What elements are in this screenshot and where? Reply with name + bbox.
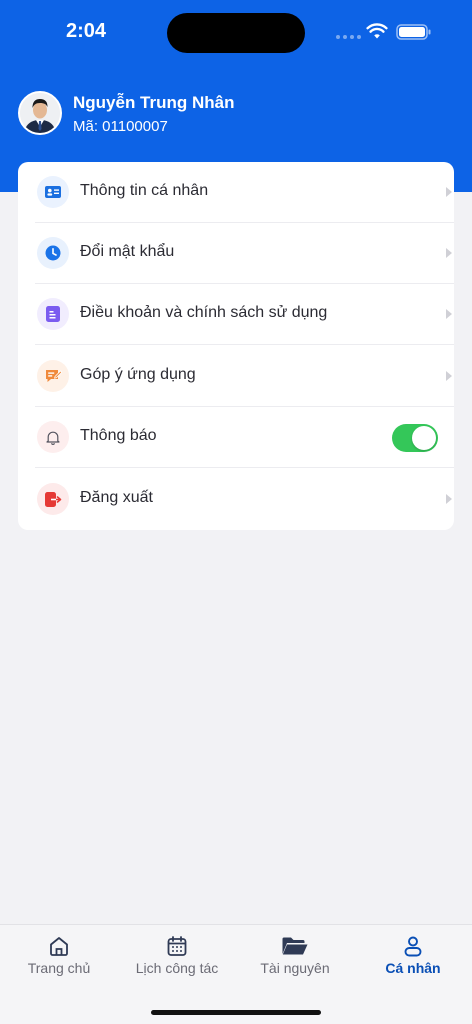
menu-item-label: Thông tin cá nhân bbox=[80, 182, 209, 199]
user-code: Mã: 01100007 bbox=[73, 118, 168, 135]
bell-icon bbox=[37, 421, 69, 453]
tab-label: Trang chủ bbox=[27, 960, 91, 976]
tab-resources[interactable]: Tài nguyên bbox=[236, 925, 354, 985]
battery-icon bbox=[396, 24, 431, 40]
tab-label: Lịch công tác bbox=[135, 960, 219, 976]
folder-icon bbox=[282, 937, 308, 955]
wifi-icon bbox=[366, 23, 388, 39]
menu-item-change-password[interactable]: Đổi mật khẩu bbox=[35, 223, 454, 284]
menu-item-label: Điều khoản và chính sách sử dụng bbox=[80, 304, 328, 321]
id-card-icon bbox=[37, 176, 69, 208]
avatar bbox=[18, 91, 62, 135]
notifications-toggle[interactable] bbox=[392, 424, 438, 452]
status-bar: 2:04 bbox=[0, 0, 472, 64]
tab-calendar[interactable]: Lịch công tác bbox=[118, 925, 236, 985]
clock-icon bbox=[37, 237, 69, 269]
tab-profile[interactable]: Cá nhân bbox=[354, 925, 472, 985]
cellular-signal-icon bbox=[336, 35, 361, 39]
chevron-right-icon bbox=[446, 371, 452, 381]
chevron-right-icon bbox=[446, 187, 452, 197]
chevron-right-icon bbox=[446, 309, 452, 319]
menu-item-logout[interactable]: Đăng xuất bbox=[35, 469, 452, 530]
home-indicator bbox=[151, 1010, 321, 1015]
tab-home[interactable]: Trang chủ bbox=[0, 925, 118, 985]
chevron-right-icon bbox=[446, 248, 452, 258]
menu-item-notifications: Thông báo bbox=[35, 407, 454, 468]
menu-item-label: Thông báo bbox=[80, 427, 157, 444]
menu-item-label: Đổi mật khẩu bbox=[80, 243, 175, 260]
menu-item-label: Đăng xuất bbox=[80, 489, 153, 506]
dynamic-island bbox=[167, 13, 305, 53]
settings-menu: Thông tin cá nhân Đổi mật khẩu Điều khoả… bbox=[18, 162, 454, 530]
feedback-icon bbox=[37, 360, 69, 392]
menu-item-terms[interactable]: Điều khoản và chính sách sử dụng bbox=[35, 284, 454, 345]
calendar-icon bbox=[167, 936, 187, 956]
menu-item-feedback[interactable]: Góp ý ứng dụng bbox=[35, 346, 454, 407]
tab-label: Cá nhân bbox=[385, 960, 441, 976]
tab-label: Tài nguyên bbox=[260, 960, 330, 976]
toggle-knob bbox=[412, 426, 436, 450]
person-icon bbox=[404, 936, 422, 957]
chevron-right-icon bbox=[446, 494, 452, 504]
status-time: 2:04 bbox=[66, 20, 107, 42]
menu-item-label: Góp ý ứng dụng bbox=[80, 366, 196, 383]
home-icon bbox=[50, 937, 68, 956]
bottom-tab-bar: Trang chủ Lịch công tác Tài nguyên Cá nh… bbox=[0, 924, 472, 1024]
logout-icon bbox=[37, 483, 69, 515]
document-icon bbox=[37, 298, 69, 330]
menu-item-personal-info[interactable]: Thông tin cá nhân bbox=[35, 162, 454, 223]
user-name: Nguyễn Trung Nhân bbox=[73, 93, 235, 112]
